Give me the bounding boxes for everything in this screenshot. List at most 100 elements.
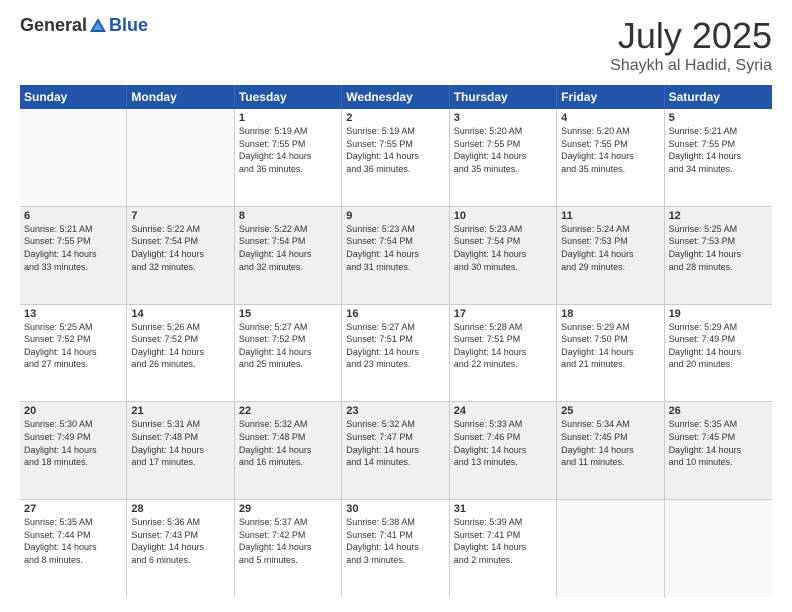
- day-number: 7: [131, 210, 229, 222]
- calendar-cell-4-4: 31Sunrise: 5:39 AMSunset: 7:41 PMDayligh…: [450, 500, 557, 597]
- calendar-cell-1-4: 10Sunrise: 5:23 AMSunset: 7:54 PMDayligh…: [450, 207, 557, 304]
- calendar-row-4: 27Sunrise: 5:35 AMSunset: 7:44 PMDayligh…: [20, 500, 772, 597]
- cell-info: Sunrise: 5:23 AMSunset: 7:54 PMDaylight:…: [346, 223, 444, 273]
- day-number: 13: [24, 308, 122, 320]
- calendar-cell-4-2: 29Sunrise: 5:37 AMSunset: 7:42 PMDayligh…: [235, 500, 342, 597]
- day-number: 21: [131, 405, 229, 417]
- cell-info: Sunrise: 5:35 AMSunset: 7:44 PMDaylight:…: [24, 516, 122, 566]
- day-number: 27: [24, 503, 122, 515]
- title-block: July 2025 Shaykh al Hadid, Syria: [610, 15, 772, 75]
- day-number: 3: [454, 112, 552, 124]
- day-number: 5: [669, 112, 768, 124]
- header-day-tuesday: Tuesday: [235, 85, 342, 109]
- calendar-cell-0-4: 3Sunrise: 5:20 AMSunset: 7:55 PMDaylight…: [450, 109, 557, 206]
- day-number: 22: [239, 405, 337, 417]
- calendar-cell-2-6: 19Sunrise: 5:29 AMSunset: 7:49 PMDayligh…: [665, 305, 772, 402]
- logo: General Blue: [20, 15, 148, 36]
- cell-info: Sunrise: 5:25 AMSunset: 7:53 PMDaylight:…: [669, 223, 768, 273]
- header-day-saturday: Saturday: [665, 85, 772, 109]
- day-number: 14: [131, 308, 229, 320]
- day-number: 8: [239, 210, 337, 222]
- day-number: 30: [346, 503, 444, 515]
- cell-info: Sunrise: 5:22 AMSunset: 7:54 PMDaylight:…: [239, 223, 337, 273]
- calendar-cell-2-3: 16Sunrise: 5:27 AMSunset: 7:51 PMDayligh…: [342, 305, 449, 402]
- day-number: 17: [454, 308, 552, 320]
- calendar-cell-4-1: 28Sunrise: 5:36 AMSunset: 7:43 PMDayligh…: [127, 500, 234, 597]
- cell-info: Sunrise: 5:39 AMSunset: 7:41 PMDaylight:…: [454, 516, 552, 566]
- cell-info: Sunrise: 5:34 AMSunset: 7:45 PMDaylight:…: [561, 418, 659, 468]
- calendar-row-0: 1Sunrise: 5:19 AMSunset: 7:55 PMDaylight…: [20, 109, 772, 207]
- calendar-cell-4-3: 30Sunrise: 5:38 AMSunset: 7:41 PMDayligh…: [342, 500, 449, 597]
- header-day-monday: Monday: [127, 85, 234, 109]
- cell-info: Sunrise: 5:25 AMSunset: 7:52 PMDaylight:…: [24, 321, 122, 371]
- logo-blue: Blue: [109, 15, 148, 36]
- cell-info: Sunrise: 5:20 AMSunset: 7:55 PMDaylight:…: [454, 125, 552, 175]
- cell-info: Sunrise: 5:21 AMSunset: 7:55 PMDaylight:…: [669, 125, 768, 175]
- calendar-cell-4-6: [665, 500, 772, 597]
- cell-info: Sunrise: 5:35 AMSunset: 7:45 PMDaylight:…: [669, 418, 768, 468]
- day-number: 29: [239, 503, 337, 515]
- cell-info: Sunrise: 5:20 AMSunset: 7:55 PMDaylight:…: [561, 125, 659, 175]
- day-number: 23: [346, 405, 444, 417]
- calendar-row-1: 6Sunrise: 5:21 AMSunset: 7:55 PMDaylight…: [20, 207, 772, 305]
- calendar-cell-4-0: 27Sunrise: 5:35 AMSunset: 7:44 PMDayligh…: [20, 500, 127, 597]
- calendar: SundayMondayTuesdayWednesdayThursdayFrid…: [20, 85, 772, 597]
- calendar-cell-3-5: 25Sunrise: 5:34 AMSunset: 7:45 PMDayligh…: [557, 402, 664, 499]
- calendar-cell-1-2: 8Sunrise: 5:22 AMSunset: 7:54 PMDaylight…: [235, 207, 342, 304]
- calendar-cell-0-6: 5Sunrise: 5:21 AMSunset: 7:55 PMDaylight…: [665, 109, 772, 206]
- cell-info: Sunrise: 5:29 AMSunset: 7:50 PMDaylight:…: [561, 321, 659, 371]
- day-number: 10: [454, 210, 552, 222]
- calendar-header: SundayMondayTuesdayWednesdayThursdayFrid…: [20, 85, 772, 109]
- cell-info: Sunrise: 5:32 AMSunset: 7:48 PMDaylight:…: [239, 418, 337, 468]
- calendar-cell-3-2: 22Sunrise: 5:32 AMSunset: 7:48 PMDayligh…: [235, 402, 342, 499]
- cell-info: Sunrise: 5:38 AMSunset: 7:41 PMDaylight:…: [346, 516, 444, 566]
- day-number: 1: [239, 112, 337, 124]
- day-number: 12: [669, 210, 768, 222]
- cell-info: Sunrise: 5:37 AMSunset: 7:42 PMDaylight:…: [239, 516, 337, 566]
- day-number: 31: [454, 503, 552, 515]
- month-title: July 2025: [610, 15, 772, 57]
- day-number: 16: [346, 308, 444, 320]
- cell-info: Sunrise: 5:31 AMSunset: 7:48 PMDaylight:…: [131, 418, 229, 468]
- calendar-cell-2-4: 17Sunrise: 5:28 AMSunset: 7:51 PMDayligh…: [450, 305, 557, 402]
- header-day-thursday: Thursday: [450, 85, 557, 109]
- day-number: 4: [561, 112, 659, 124]
- logo-general: General: [20, 15, 87, 36]
- day-number: 11: [561, 210, 659, 222]
- header-day-sunday: Sunday: [20, 85, 127, 109]
- day-number: 20: [24, 405, 122, 417]
- page: General Blue July 2025 Shaykh al Hadid, …: [0, 0, 792, 612]
- calendar-cell-1-3: 9Sunrise: 5:23 AMSunset: 7:54 PMDaylight…: [342, 207, 449, 304]
- calendar-cell-2-0: 13Sunrise: 5:25 AMSunset: 7:52 PMDayligh…: [20, 305, 127, 402]
- cell-info: Sunrise: 5:19 AMSunset: 7:55 PMDaylight:…: [346, 125, 444, 175]
- cell-info: Sunrise: 5:26 AMSunset: 7:52 PMDaylight:…: [131, 321, 229, 371]
- day-number: 6: [24, 210, 122, 222]
- cell-info: Sunrise: 5:22 AMSunset: 7:54 PMDaylight:…: [131, 223, 229, 273]
- day-number: 9: [346, 210, 444, 222]
- calendar-cell-1-0: 6Sunrise: 5:21 AMSunset: 7:55 PMDaylight…: [20, 207, 127, 304]
- header-day-friday: Friday: [557, 85, 664, 109]
- day-number: 25: [561, 405, 659, 417]
- calendar-cell-2-5: 18Sunrise: 5:29 AMSunset: 7:50 PMDayligh…: [557, 305, 664, 402]
- cell-info: Sunrise: 5:19 AMSunset: 7:55 PMDaylight:…: [239, 125, 337, 175]
- calendar-cell-0-2: 1Sunrise: 5:19 AMSunset: 7:55 PMDaylight…: [235, 109, 342, 206]
- cell-info: Sunrise: 5:28 AMSunset: 7:51 PMDaylight:…: [454, 321, 552, 371]
- cell-info: Sunrise: 5:23 AMSunset: 7:54 PMDaylight:…: [454, 223, 552, 273]
- cell-info: Sunrise: 5:30 AMSunset: 7:49 PMDaylight:…: [24, 418, 122, 468]
- calendar-cell-4-5: [557, 500, 664, 597]
- cell-info: Sunrise: 5:24 AMSunset: 7:53 PMDaylight:…: [561, 223, 659, 273]
- day-number: 2: [346, 112, 444, 124]
- calendar-cell-1-1: 7Sunrise: 5:22 AMSunset: 7:54 PMDaylight…: [127, 207, 234, 304]
- calendar-cell-1-5: 11Sunrise: 5:24 AMSunset: 7:53 PMDayligh…: [557, 207, 664, 304]
- day-number: 15: [239, 308, 337, 320]
- logo-icon: [88, 16, 108, 36]
- header: General Blue July 2025 Shaykh al Hadid, …: [20, 15, 772, 75]
- day-number: 28: [131, 503, 229, 515]
- calendar-cell-2-1: 14Sunrise: 5:26 AMSunset: 7:52 PMDayligh…: [127, 305, 234, 402]
- calendar-cell-1-6: 12Sunrise: 5:25 AMSunset: 7:53 PMDayligh…: [665, 207, 772, 304]
- cell-info: Sunrise: 5:29 AMSunset: 7:49 PMDaylight:…: [669, 321, 768, 371]
- logo-text: General Blue: [20, 15, 148, 36]
- calendar-cell-0-1: [127, 109, 234, 206]
- calendar-cell-3-0: 20Sunrise: 5:30 AMSunset: 7:49 PMDayligh…: [20, 402, 127, 499]
- day-number: 26: [669, 405, 768, 417]
